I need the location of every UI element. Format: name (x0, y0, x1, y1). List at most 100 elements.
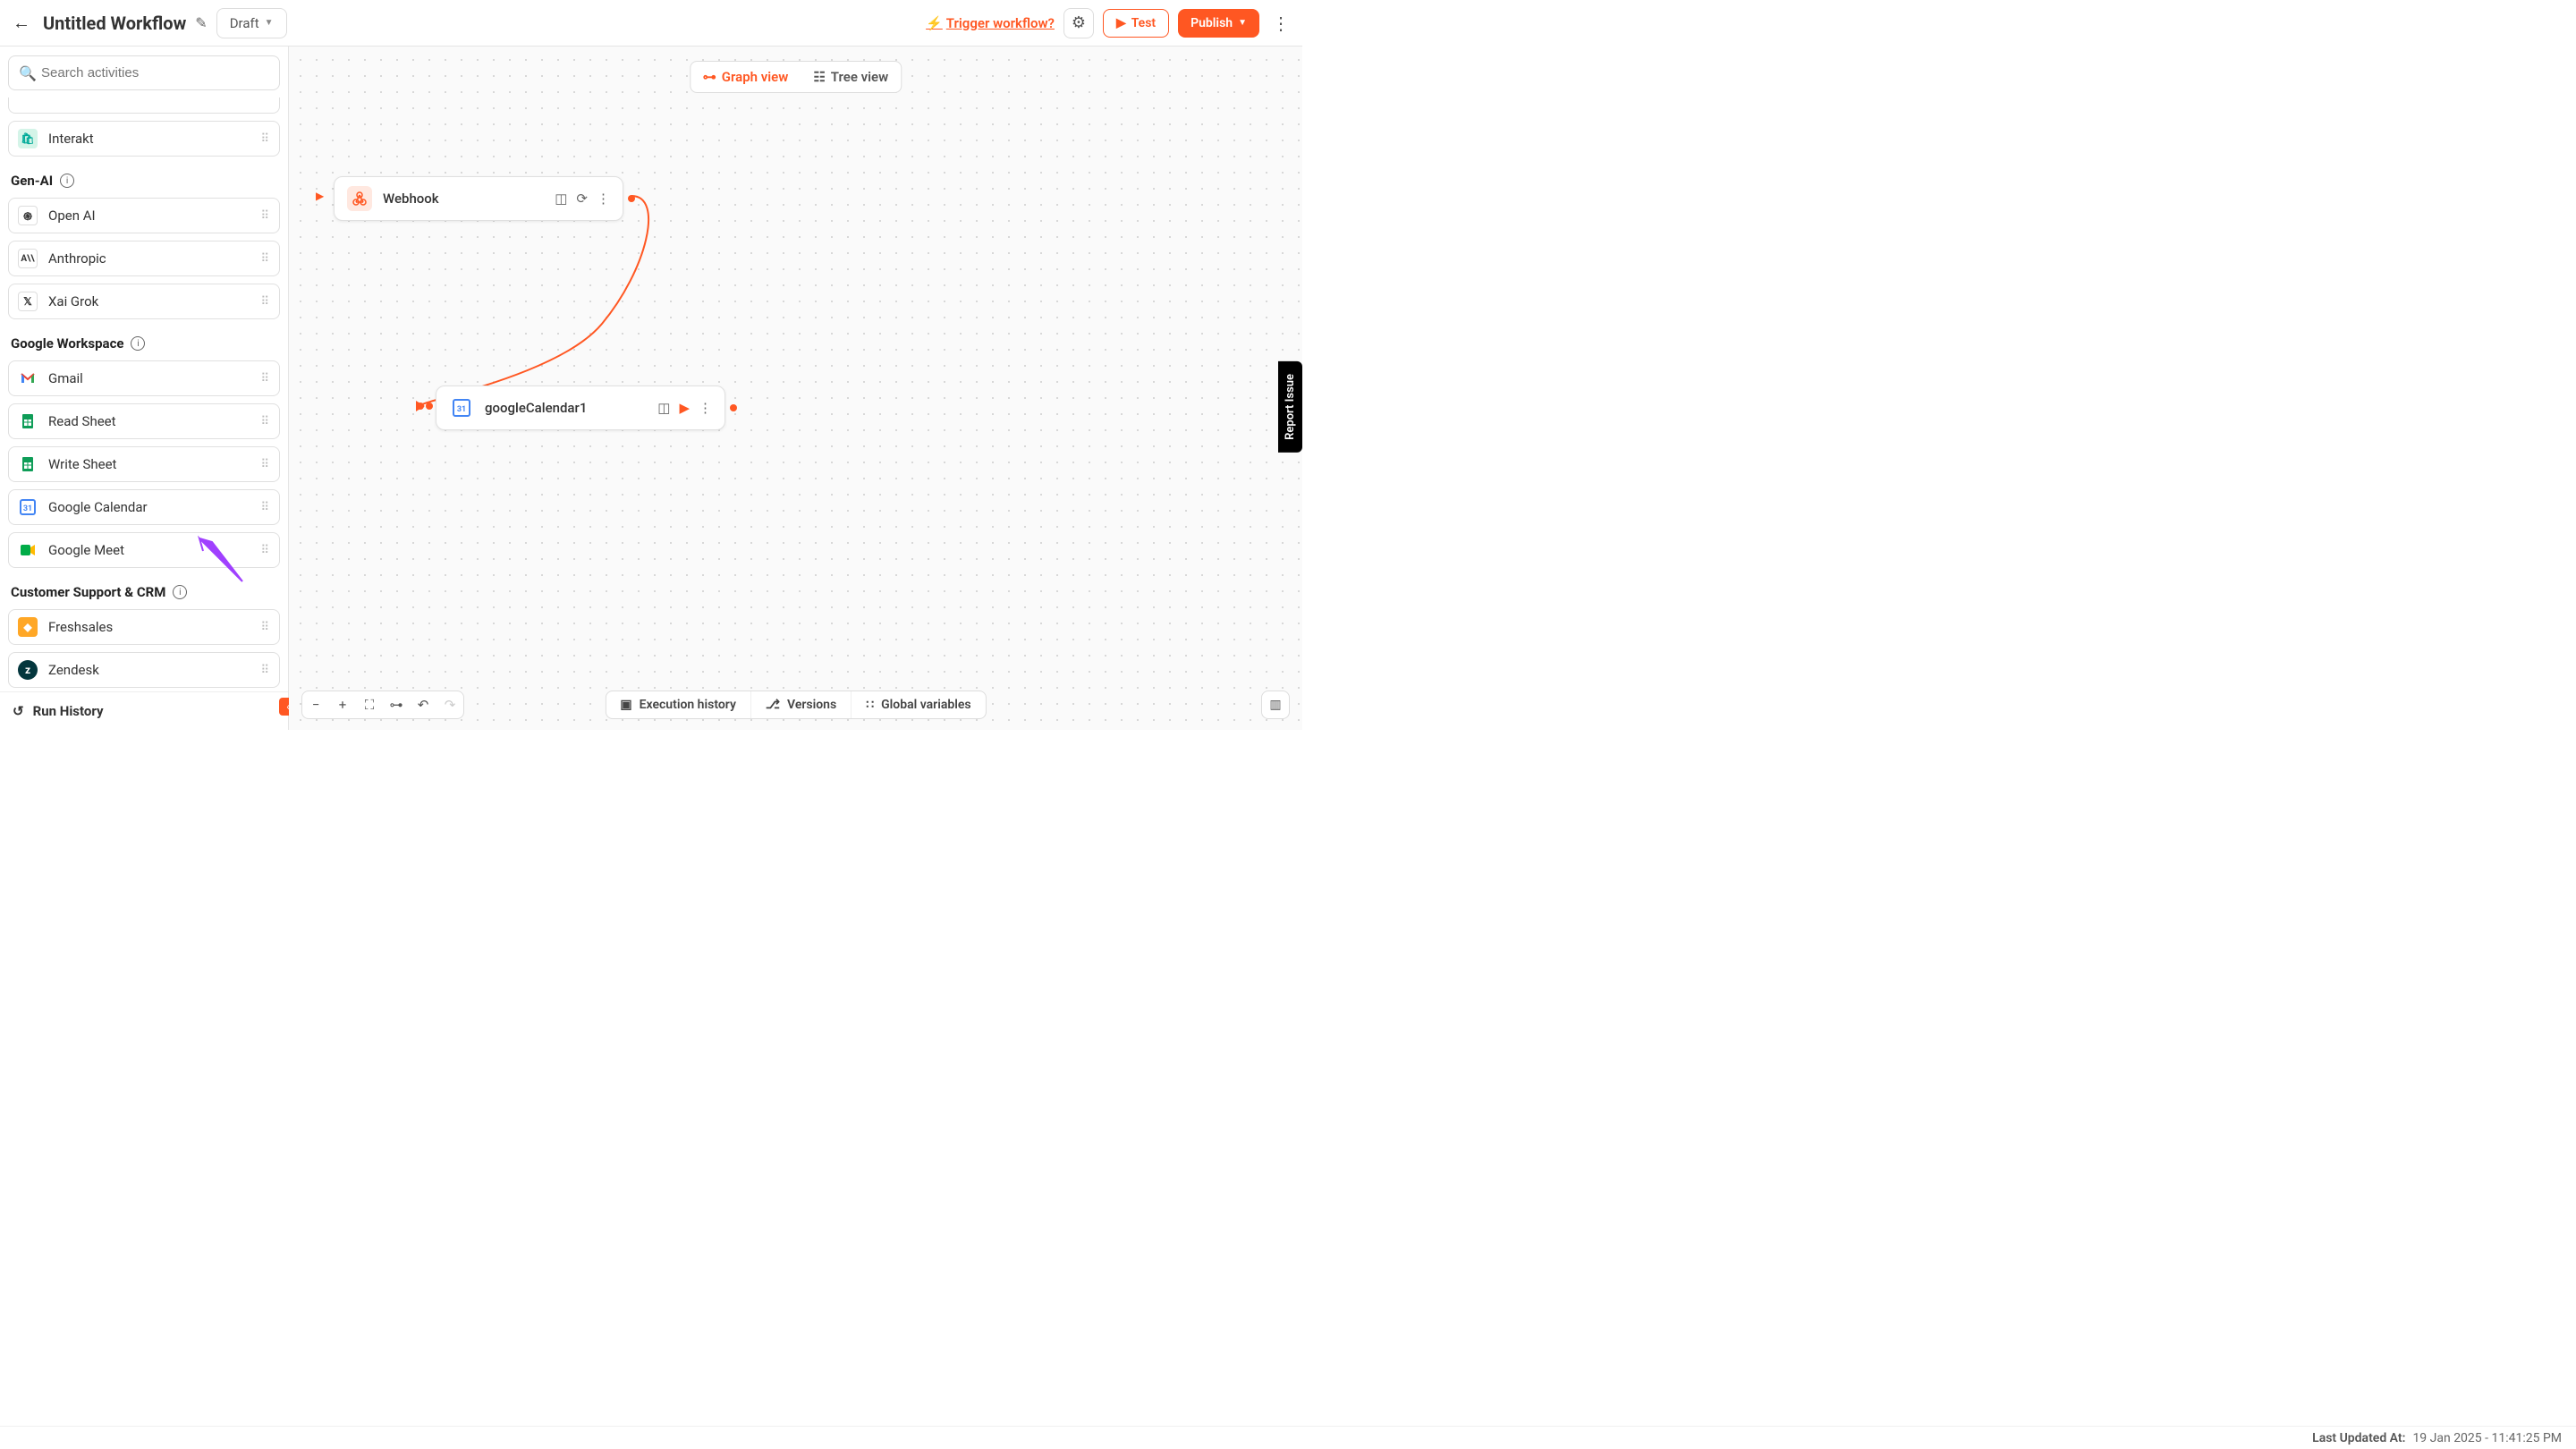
activity-label: Interakt (48, 131, 250, 147)
body: 🔍 🛍 Interakt ⠿ Gen-AI i ֍ Open AI ⠿ A\\ (0, 47, 1302, 730)
partial-cut-item (8, 97, 280, 114)
node-actions: ◫ ▶ ⋮ (657, 400, 712, 416)
activity-item-read-sheet[interactable]: Read Sheet ⠿ (8, 403, 280, 439)
node-webhook[interactable]: Webhook ◫ ⟳ ⋮ (334, 176, 623, 221)
drag-handle-icon: ⠿ (260, 132, 270, 146)
report-issue-button[interactable]: Report Issue (1278, 361, 1302, 453)
run-history-button[interactable]: ↺ Run History (0, 691, 288, 730)
search-icon: 🔍 (19, 64, 37, 81)
zoom-out-button[interactable]: − (302, 691, 329, 718)
node-panel-icon[interactable]: ◫ (657, 400, 670, 416)
chevron-down-icon: ▼ (1238, 18, 1247, 28)
gmail-icon (18, 369, 38, 388)
fit-view-button[interactable]: ⛶ (356, 691, 383, 718)
activity-item-anthropic[interactable]: A\\ Anthropic ⠿ (8, 241, 280, 276)
versions-button[interactable]: ⎇ Versions (751, 691, 852, 718)
openai-icon: ֍ (18, 206, 38, 225)
input-port[interactable] (426, 402, 433, 410)
activity-label: Zendesk (48, 662, 250, 678)
freshsales-icon: ◆ (18, 617, 38, 637)
activity-label: Xai Grok (48, 293, 250, 309)
category-google-workspace: Google Workspace i (11, 335, 277, 352)
activity-item-openai[interactable]: ֍ Open AI ⠿ (8, 198, 280, 233)
node-refresh-icon[interactable]: ⟳ (576, 191, 588, 207)
zendesk-icon: z (18, 660, 38, 680)
node-play-icon[interactable]: ▶ (679, 400, 690, 416)
status-label: Draft (230, 15, 259, 31)
variables-icon: ∷ (866, 698, 874, 712)
tree-label: Tree view (831, 69, 888, 85)
svg-text:31: 31 (457, 405, 466, 414)
zoom-in-button[interactable]: + (329, 691, 356, 718)
test-label: Test (1131, 16, 1156, 30)
publish-label: Publish (1191, 16, 1233, 30)
activity-item-xai[interactable]: 𝕏 Xai Grok ⠿ (8, 284, 280, 319)
activity-label: Open AI (48, 208, 250, 224)
settings-button[interactable]: ⚙ (1063, 8, 1094, 38)
graph-icon: ⊶ (703, 69, 716, 85)
sheets-icon (18, 454, 38, 474)
publish-button[interactable]: Publish ▼ (1178, 9, 1259, 38)
tree-view-button[interactable]: ☷ Tree view (801, 62, 901, 92)
drag-handle-icon: ⠿ (260, 209, 270, 223)
sheets-icon (18, 411, 38, 431)
view-toggle: ⊶ Graph view ☷ Tree view (690, 61, 902, 93)
execution-history-button[interactable]: ▣ Execution history (606, 691, 751, 718)
category-label: Google Workspace (11, 335, 123, 352)
svg-text:31: 31 (23, 504, 32, 513)
info-icon[interactable]: i (131, 336, 145, 351)
drag-handle-icon: ⠿ (260, 458, 270, 471)
search-input[interactable] (8, 55, 280, 90)
chevron-down-icon: ▼ (265, 18, 274, 28)
edit-title-icon[interactable]: ✎ (195, 14, 207, 31)
back-arrow-button[interactable]: ← (9, 8, 34, 38)
workflow-canvas[interactable]: ⊶ Graph view ☷ Tree view ▶ Webhook ◫ ⟳ ⋮ (289, 47, 1302, 730)
drag-handle-icon: ⠿ (260, 295, 270, 309)
graph-view-button[interactable]: ⊶ Graph view (691, 62, 801, 92)
footer-label: Last Updated At: (2312, 1431, 2405, 1445)
trigger-workflow-link[interactable]: ⚡ Trigger workflow? (926, 15, 1055, 31)
google-meet-icon (18, 540, 38, 560)
node-more-icon[interactable]: ⋮ (699, 400, 712, 416)
test-button[interactable]: ▶ Test (1103, 9, 1169, 38)
drag-handle-icon: ⠿ (260, 372, 270, 386)
activity-label: Anthropic (48, 250, 250, 267)
google-calendar-icon: 31 (18, 497, 38, 517)
node-label: Webhook (383, 191, 544, 207)
node-google-calendar[interactable]: 31 googleCalendar1 ◫ ▶ ⋮ (436, 386, 725, 430)
global-variables-button[interactable]: ∷ Global variables (852, 691, 985, 718)
input-port-outer[interactable] (417, 402, 424, 410)
category-genai: Gen-AI i (11, 173, 277, 189)
activity-item-zendesk[interactable]: z Zendesk ⠿ (8, 652, 280, 688)
activity-item-write-sheet[interactable]: Write Sheet ⠿ (8, 446, 280, 482)
activity-item-interakt[interactable]: 🛍 Interakt ⠿ (8, 121, 280, 157)
layout-button[interactable]: ⊶ (383, 691, 410, 718)
node-run-trigger[interactable]: ▶ (316, 190, 324, 202)
trigger-label: Trigger workflow? (946, 15, 1055, 31)
interakt-icon: 🛍 (18, 129, 38, 148)
output-port[interactable] (730, 404, 737, 411)
undo-button[interactable]: ↶ (410, 691, 436, 718)
redo-button[interactable]: ↷ (436, 691, 463, 718)
anthropic-icon: A\\ (18, 249, 38, 268)
info-icon[interactable]: i (60, 174, 74, 188)
drag-handle-icon: ⠿ (260, 501, 270, 514)
activity-item-freshsales[interactable]: ◆ Freshsales ⠿ (8, 609, 280, 645)
template-button[interactable]: ▥ (1261, 691, 1290, 719)
activity-item-gmail[interactable]: Gmail ⠿ (8, 360, 280, 396)
activity-label: Read Sheet (48, 413, 250, 429)
header: ← Untitled Workflow ✎ Draft ▼ ⚡ Trigger … (0, 0, 1302, 47)
sidebar-scroll[interactable]: 🛍 Interakt ⠿ Gen-AI i ֍ Open AI ⠿ A\\ An… (0, 94, 288, 691)
more-menu-button[interactable]: ⋮ (1268, 9, 1293, 38)
node-more-icon[interactable]: ⋮ (597, 191, 610, 207)
output-port[interactable] (628, 195, 635, 202)
activity-item-google-meet[interactable]: Google Meet ⠿ (8, 532, 280, 568)
status-dropdown[interactable]: Draft ▼ (216, 8, 287, 38)
node-panel-icon[interactable]: ◫ (555, 191, 567, 207)
xai-icon: 𝕏 (18, 292, 38, 311)
gear-icon: ⚙ (1072, 13, 1086, 32)
versions-label: Versions (787, 698, 836, 712)
activity-item-google-calendar[interactable]: 31 Google Calendar ⠿ (8, 489, 280, 525)
play-icon: ▶ (1116, 16, 1126, 30)
info-icon[interactable]: i (173, 585, 187, 599)
